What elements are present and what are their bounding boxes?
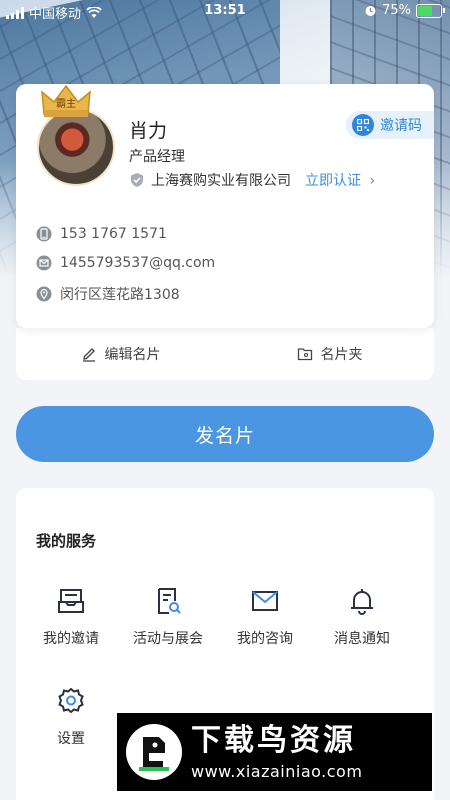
watermark-url: www.xiazainiao.com [191,761,363,781]
card-folder-label: 名片夹 [320,347,363,363]
battery-icon [416,3,445,18]
address-text: 闵行区莲花路1308 [60,287,180,303]
status-bar: 中国移动 13:51 75% [0,0,450,24]
company-name: 上海赛购实业有限公司 [151,173,291,189]
invite-code-button[interactable]: 邀请码 [346,111,434,139]
service-label: 消息通知 [334,631,390,647]
pencil-icon [82,348,95,362]
phone-icon [36,226,52,242]
gear-icon [58,687,84,714]
invite-code-label: 邀请码 [380,118,422,134]
certify-label: 立即认证 [305,173,361,189]
inbox-icon [58,589,84,613]
send-card-button[interactable]: 发名片 [16,406,434,462]
bell-icon [351,589,373,615]
service-label: 设置 [57,731,85,747]
alarm-icon [365,6,376,16]
battery-percent: 75% [382,3,411,18]
service-notifications[interactable]: 消息通知 [312,586,412,648]
watermark-title: 下载鸟资源 [191,722,356,758]
service-label: 我的邀请 [43,631,99,647]
edit-card-button[interactable]: 编辑名片 [16,328,225,380]
chevron-right-icon: › [369,173,376,189]
qr-code-icon [352,114,374,136]
status-right: 75% [364,3,445,18]
address-row[interactable]: 闵行区莲花路1308 [36,284,180,304]
email-row[interactable]: 1455793537@qq.com [36,255,215,271]
card-folder-button[interactable]: 名片夹 [225,328,434,380]
business-card: 霸主 肖力 产品经理 上海赛购实业有限公司 立即认证 › 邀请码 153 176… [16,84,434,328]
battery-fill [418,5,433,16]
phone-number: 153 1767 1571 [60,226,167,242]
job-title: 产品经理 [129,149,185,165]
location-icon [36,286,52,302]
email-address: 1455793537@qq.com [60,255,216,271]
services-title: 我的服务 [36,532,97,550]
card-actions: 编辑名片 名片夹 [16,328,434,380]
crown-label: 霸主 [56,98,76,110]
company-row: 上海赛购实业有限公司 立即认证 › [129,170,375,190]
verified-shield-icon [131,173,143,187]
service-consultations[interactable]: 我的咨询 [215,586,315,648]
bird-logo-icon [126,724,182,780]
service-label: 我的咨询 [237,631,293,647]
certify-link[interactable]: 立即认证 › [305,170,375,190]
service-events[interactable]: 活动与展会 [118,586,218,648]
watermark-text: 下载鸟资源 www.xiazainiao.com [191,722,363,781]
send-card-label: 发名片 [194,424,255,447]
email-icon [36,255,52,271]
document-search-icon [158,588,181,614]
edit-card-label: 编辑名片 [104,347,161,363]
folder-icon [297,348,312,361]
user-name: 肖力 [129,120,168,142]
service-settings[interactable]: 设置 [21,686,121,748]
watermark-banner: 下载鸟资源 www.xiazainiao.com [117,713,432,791]
phone-row[interactable]: 153 1767 1571 [36,226,167,242]
crown-badge-icon: 霸主 [41,84,91,117]
service-my-invites[interactable]: 我的邀请 [21,586,121,648]
mail-icon [252,591,278,611]
service-label: 活动与展会 [133,631,203,647]
